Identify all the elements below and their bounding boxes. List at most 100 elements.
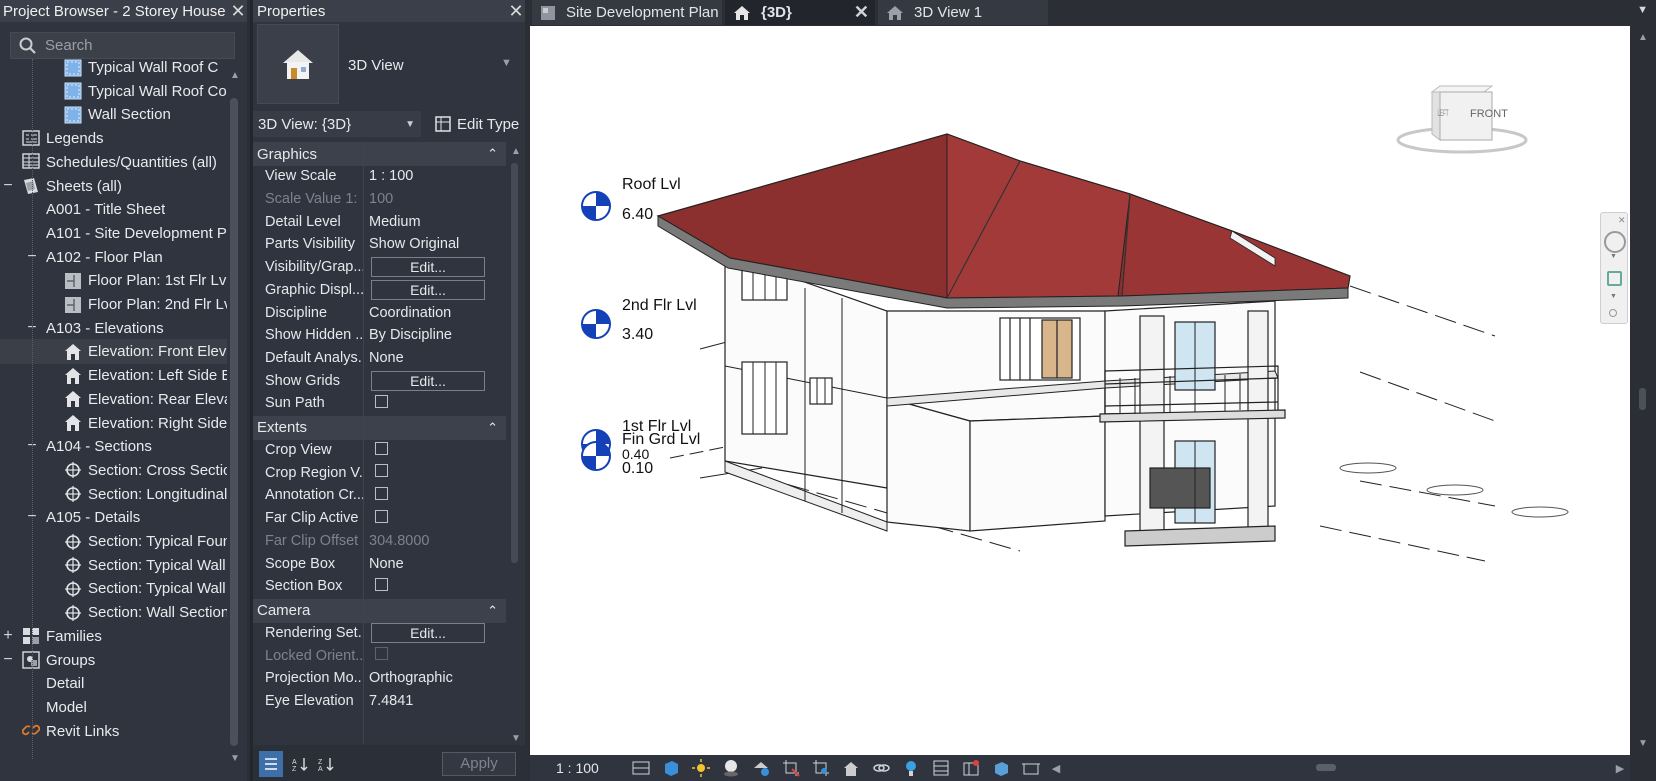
- options-icon[interactable]: [1609, 309, 1617, 317]
- collapse-icon[interactable]: ⌃: [487, 421, 498, 434]
- edit-button[interactable]: Edit...: [371, 622, 485, 643]
- scrollbar-thumb[interactable]: [511, 163, 518, 563]
- chevron-right-icon[interactable]: ▶: [1610, 755, 1630, 781]
- tree-item[interactable]: A001 - Title Sheet: [0, 197, 227, 222]
- property-value[interactable]: 1 : 100: [363, 168, 506, 184]
- show-crop-region-icon[interactable]: [806, 755, 836, 781]
- level-marker-roof[interactable]: [580, 190, 620, 230]
- chevron-down-icon[interactable]: ▼: [501, 57, 512, 69]
- tree-item[interactable]: Revit Links: [0, 719, 227, 744]
- sort-ascending-icon[interactable]: AZ: [289, 751, 313, 777]
- property-checkbox[interactable]: [375, 441, 388, 455]
- tree-item[interactable]: − Sheets (all): [0, 174, 227, 199]
- viewport-scrollbar[interactable]: ▲ ▼: [1630, 26, 1656, 781]
- worksharing-display-icon[interactable]: [956, 755, 986, 781]
- close-icon[interactable]: ✕: [507, 1, 525, 22]
- reveal-hidden-icon[interactable]: [896, 755, 926, 781]
- property-section-camera[interactable]: Camera ⌃: [253, 598, 506, 623]
- sun-path-icon[interactable]: [686, 755, 716, 781]
- tab-3d-view-1[interactable]: 3D View 1: [878, 0, 1048, 25]
- close-icon[interactable]: ✕: [229, 1, 247, 22]
- property-value[interactable]: Edit...: [363, 257, 506, 278]
- edit-button[interactable]: Edit...: [371, 279, 485, 300]
- crop-view-icon[interactable]: [776, 755, 806, 781]
- tree-item[interactable]: − A102 - Floor Plan: [0, 245, 227, 270]
- tree-item[interactable]: Elevation: Front Elevation: [0, 339, 227, 365]
- property-value[interactable]: Show Original: [363, 236, 506, 252]
- highlight-displacement-icon[interactable]: [1016, 755, 1046, 781]
- scroll-down-icon[interactable]: ▼: [1638, 738, 1648, 749]
- property-value[interactable]: Edit...: [363, 279, 506, 300]
- tree-item[interactable]: Section: Typical Wall: [0, 553, 227, 578]
- property-value[interactable]: By Discipline: [363, 327, 506, 343]
- lock-3d-view-icon[interactable]: [836, 755, 866, 781]
- collapse-icon[interactable]: −: [2, 651, 14, 667]
- tree-item[interactable]: Section: Longitudinal Section: [0, 482, 227, 507]
- viewcube[interactable]: FRONT LEFT: [1392, 78, 1532, 158]
- tree-item[interactable]: − A103 - Elevations: [0, 316, 227, 341]
- tree-item[interactable]: A101 - Site Development Plan: [0, 221, 227, 246]
- visual-style-icon[interactable]: [656, 755, 686, 781]
- temporary-hide-icon[interactable]: [866, 755, 896, 781]
- collapse-icon[interactable]: ⌃: [487, 604, 498, 617]
- tree-item[interactable]: Typical Wall Roof C: [0, 59, 227, 80]
- chevron-down-icon[interactable]: ▼: [1610, 293, 1617, 300]
- tab-3d[interactable]: {3D} ✕: [725, 0, 875, 25]
- property-value[interactable]: [363, 441, 506, 459]
- tree-item[interactable]: Wall Section: [0, 102, 227, 127]
- scroll-down-icon[interactable]: ▼: [511, 733, 521, 744]
- tree-item[interactable]: Floor Plan: 2nd Flr Lvl: [0, 292, 227, 317]
- steering-wheel-icon[interactable]: [1604, 231, 1626, 253]
- tree-item[interactable]: Schedules/Quantities (all): [0, 150, 227, 175]
- property-value[interactable]: [363, 486, 506, 504]
- close-icon[interactable]: ✕: [1618, 215, 1626, 226]
- tree-item[interactable]: − A105 - Details: [0, 505, 227, 530]
- edit-type-button[interactable]: Edit Type: [435, 111, 519, 137]
- property-section-graphics[interactable]: Graphics ⌃: [253, 142, 506, 166]
- 3d-viewport[interactable]: Roof Lvl 6.40 2nd Flr Lvl 3.40 1st Flr L…: [530, 26, 1630, 755]
- instance-selector[interactable]: 3D View: {3D} ▼: [253, 111, 421, 137]
- render-icon[interactable]: [746, 755, 776, 781]
- tab-site-development-plan[interactable]: Site Development Plan: [532, 0, 722, 25]
- tree-item[interactable]: Section: Typical Wall Roof: [0, 576, 227, 601]
- scrollbar-thumb[interactable]: [1639, 388, 1646, 410]
- tree-item[interactable]: Legends: [0, 126, 227, 151]
- property-value[interactable]: [363, 509, 506, 527]
- property-value[interactable]: Orthographic: [363, 670, 506, 686]
- tree-item[interactable]: Model: [0, 695, 227, 720]
- tree-item[interactable]: − Groups: [0, 648, 227, 673]
- property-value[interactable]: [363, 464, 506, 481]
- edit-button[interactable]: Edit...: [371, 370, 485, 391]
- scroll-down-icon[interactable]: ▼: [230, 753, 240, 764]
- tree-item[interactable]: Section: Wall Section: [0, 600, 227, 625]
- categorized-sort-icon[interactable]: [259, 751, 283, 777]
- tree-item[interactable]: + Families: [0, 624, 227, 649]
- search-input[interactable]: Search: [10, 32, 235, 59]
- scroll-up-icon[interactable]: ▲: [511, 146, 521, 157]
- column-divider[interactable]: [363, 142, 364, 744]
- property-value[interactable]: [363, 577, 506, 595]
- tree-item[interactable]: Floor Plan: 1st Flr Lvl: [0, 268, 227, 293]
- property-value[interactable]: Edit...: [363, 370, 506, 391]
- show-analytical-model-icon[interactable]: [986, 755, 1016, 781]
- property-value[interactable]: None: [363, 556, 506, 572]
- property-value[interactable]: 7.4841: [363, 693, 506, 709]
- scrollbar-thumb[interactable]: [230, 98, 238, 746]
- property-checkbox[interactable]: [375, 577, 388, 591]
- apply-button[interactable]: Apply: [442, 752, 516, 776]
- property-value[interactable]: Edit...: [363, 622, 506, 643]
- horizontal-scrollbar[interactable]: [1066, 755, 1610, 781]
- collapse-icon[interactable]: −: [2, 177, 14, 193]
- tree-item[interactable]: Section: Cross Section: [0, 458, 227, 483]
- property-value[interactable]: Medium: [363, 214, 506, 230]
- zoom-icon[interactable]: [1607, 271, 1622, 286]
- tree-item[interactable]: Detail: [0, 671, 227, 696]
- tree-item[interactable]: Section: Typical Foundation: [0, 529, 227, 554]
- tree-item[interactable]: Elevation: Rear Elevation: [0, 387, 227, 412]
- tree-item[interactable]: Elevation: Right Side Elevation: [0, 411, 227, 436]
- shadows-icon[interactable]: [716, 755, 746, 781]
- level-marker-2nd-floor[interactable]: [580, 308, 620, 348]
- scroll-up-icon[interactable]: ▲: [1638, 32, 1648, 43]
- collapse-icon[interactable]: ⌃: [487, 147, 498, 160]
- property-checkbox[interactable]: [375, 509, 388, 523]
